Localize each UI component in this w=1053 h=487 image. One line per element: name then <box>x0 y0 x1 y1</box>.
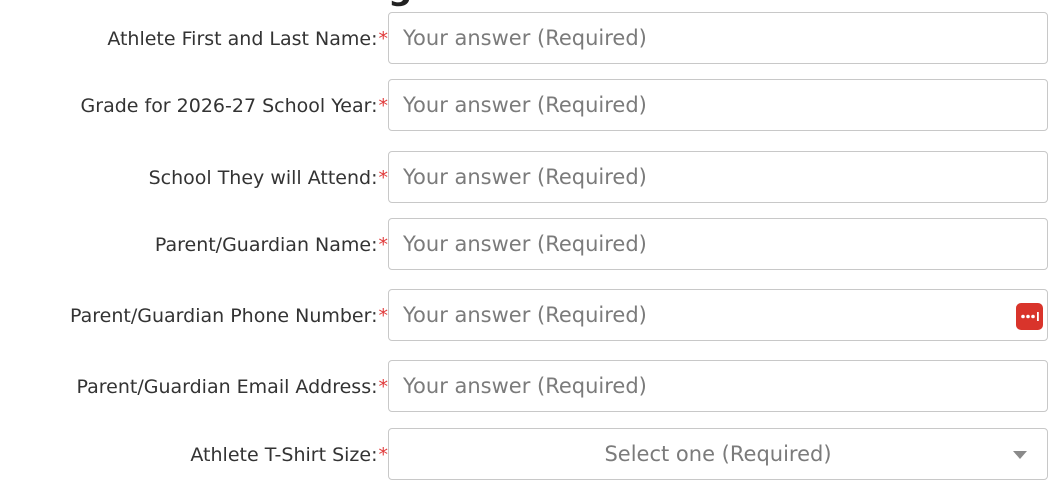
required-marker: * <box>378 376 389 398</box>
required-marker: * <box>378 234 389 256</box>
grade-field-box <box>388 79 1048 131</box>
required-marker: * <box>378 28 389 50</box>
parent-phone-input[interactable] <box>389 290 1047 340</box>
required-marker: * <box>378 167 389 189</box>
parent-name-input[interactable] <box>389 219 1047 269</box>
form-row-parent-email: Parent/Guardian Email Address:* <box>0 360 1053 414</box>
chevron-down-icon <box>1013 451 1027 459</box>
required-marker: * <box>378 95 389 117</box>
password-manager-icon[interactable] <box>1016 303 1043 330</box>
tshirt-size-label: Athlete T-Shirt Size:* <box>190 444 389 466</box>
parent-email-label: Parent/Guardian Email Address:* <box>76 376 389 398</box>
required-marker: * <box>378 305 389 327</box>
parent-name-label: Parent/Guardian Name:* <box>154 234 389 256</box>
form-row-athlete-name: Athlete First and Last Name:* <box>0 12 1053 66</box>
parent-phone-field-box <box>388 289 1048 341</box>
school-input[interactable] <box>389 152 1047 202</box>
athlete-name-label: Athlete First and Last Name:* <box>107 28 389 50</box>
school-field-box <box>388 151 1048 203</box>
tshirt-size-select[interactable]: Select one (Required) <box>388 428 1048 480</box>
form-row-parent-phone: Parent/Guardian Phone Number:* <box>0 289 1053 343</box>
school-label: School They will Attend:* <box>148 167 389 189</box>
parent-name-field-box <box>388 218 1048 270</box>
tshirt-size-selected-value: Select one (Required) <box>604 442 832 466</box>
required-marker: * <box>378 444 389 466</box>
parent-email-field-box <box>388 360 1048 412</box>
grade-input[interactable] <box>389 80 1047 130</box>
parent-phone-label: Parent/Guardian Phone Number:* <box>70 305 389 327</box>
form-heading-glyph: g <box>388 0 508 8</box>
form-heading-fragment: g <box>388 0 508 8</box>
form-row-school: School They will Attend:* <box>0 151 1053 205</box>
athlete-name-input[interactable] <box>389 13 1047 63</box>
athlete-name-field-box <box>388 12 1048 64</box>
form-row-grade: Grade for 2026-27 School Year:* <box>0 79 1053 133</box>
grade-label: Grade for 2026-27 School Year:* <box>80 95 389 117</box>
form-row-parent-name: Parent/Guardian Name:* <box>0 218 1053 272</box>
parent-email-input[interactable] <box>389 361 1047 411</box>
form-row-tshirt-size: Athlete T-Shirt Size:* Select one (Requi… <box>0 428 1053 482</box>
